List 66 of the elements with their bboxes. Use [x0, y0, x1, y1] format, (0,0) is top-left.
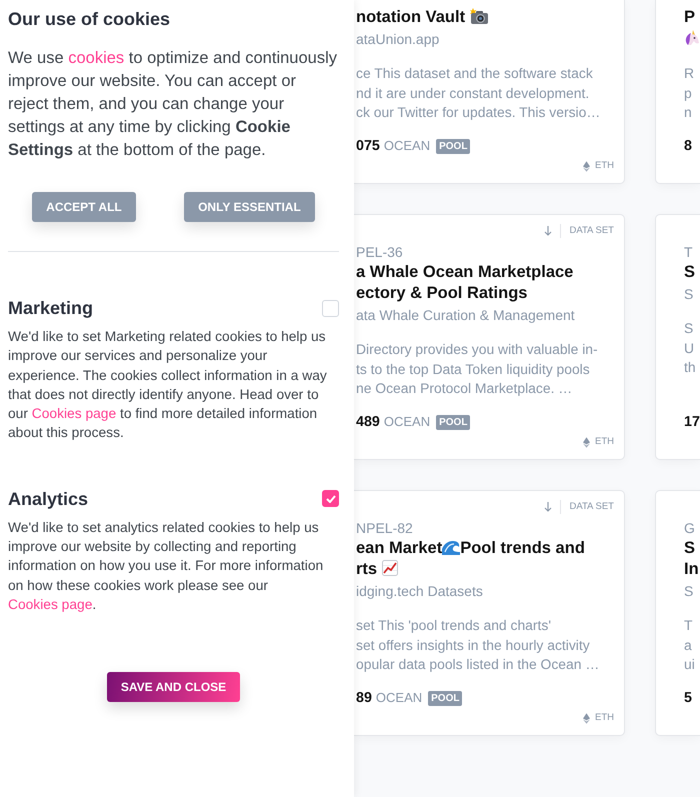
cookies-page-link[interactable]: Cookies page — [8, 596, 92, 612]
dataset-card[interactable]: G S In S T a ui 5 — [655, 490, 700, 736]
dataset-title: a Whale Ocean Marketplace ectory & Pool Ratings — [356, 262, 574, 304]
token-symbol: G — [684, 519, 696, 538]
section-description: We'd like to set Marketing related cookies to help us improve our services and personalize your experience. The cookies collect information in a way that does not directly identify anyone. Head over to our Cookies page to find more detailed information about this process. — [8, 328, 328, 442]
publisher-name: ata Whale Curation & Management — [356, 306, 576, 325]
price-value: 489 — [356, 413, 380, 432]
currency-label: OCEAN — [376, 689, 422, 707]
dataset-card[interactable] — [354, 214, 625, 460]
dataset-title: P — [684, 7, 696, 28]
network-label: ETH — [595, 435, 614, 449]
price-value: 5 — [684, 689, 692, 708]
token-symbol: NPEL-82 — [356, 519, 414, 538]
token-symbol: PEL-36 — [356, 243, 404, 262]
section-title: Analytics — [8, 488, 88, 510]
price-value: 89 — [356, 689, 372, 708]
check-icon — [326, 494, 336, 503]
ethereum-icon — [583, 436, 590, 448]
accept-all-button[interactable]: ACCEPT ALL — [32, 192, 136, 222]
cookies-page-link[interactable]: Cookies page — [32, 406, 116, 422]
arrow-down-icon — [544, 502, 552, 512]
currency-label: OCEAN — [384, 137, 430, 155]
dataset-card[interactable]: notation Vault ataUnion.app ce This dataset and the software stack nd it are under constant development. ck our Twitter for updates. This versio… 075 OCEAN POOL ETH — [354, 0, 625, 184]
publisher-name: S — [684, 582, 694, 601]
dataset-title: notation Vault — [356, 7, 614, 28]
dataset-card[interactable]: P R p n 8 — [655, 0, 700, 184]
dataset-description: Directory provides you with valuable in- ts to the top Data Token liquidity pools ne Ocean Protocol Marketplace. … — [356, 340, 599, 398]
publisher-name: idging.tech Datasets — [356, 582, 484, 601]
publisher-name: S — [684, 285, 694, 304]
only-essential-button[interactable]: ONLY ESSENTIAL — [184, 192, 315, 222]
wave-icon — [442, 539, 460, 555]
dataset-title: ean Market Pool trends and rts — [356, 538, 586, 580]
save-button[interactable]: SAVE AND CLOSE — [106, 672, 240, 702]
price-value: 17 — [684, 413, 700, 432]
dataset-description: R p n — [684, 64, 696, 122]
price-value: 8 — [684, 137, 692, 156]
panel-title: Our use of cookies — [8, 8, 172, 30]
camera-icon — [470, 8, 488, 24]
intro-text: We use cookies to optimize and continuously improve our website. You can accept or reject them, and you can change your settings at any time by clicking Cookie Settings at the bottom of the page. — [8, 48, 338, 161]
pool-tag: POOL — [436, 414, 470, 430]
ethereum-icon — [583, 712, 590, 724]
section-title: Marketing — [8, 297, 94, 319]
dataset-description: T a ui — [684, 616, 696, 674]
publisher-name: ataUnion.app — [356, 30, 440, 49]
dataset-description: S U th — [684, 319, 697, 377]
cookies-link[interactable]: cookies — [68, 49, 124, 67]
type-label: DATA SET — [569, 500, 614, 514]
network-label: ETH — [595, 711, 614, 725]
network-label: ETH — [595, 159, 614, 173]
price-value: 075 — [356, 137, 380, 156]
dataset-title: S — [684, 262, 696, 283]
arrow-down-icon — [544, 226, 552, 236]
unicorn-icon — [684, 30, 700, 46]
section-description: We'd like to set analytics related cookies to help us improve our website by collecting and reporting information on how you use it. For more information on how these cookies work please see our Cookies page. — [8, 518, 324, 614]
dataset-card[interactable]: T S S S U th 17 — [655, 214, 700, 460]
pool-tag: POOL — [436, 138, 470, 154]
dataset-title: S In — [684, 538, 700, 580]
token-symbol: T — [684, 243, 694, 262]
pool-tag: POOL — [428, 690, 462, 706]
type-label: DATA SET — [569, 224, 614, 238]
currency-label: OCEAN — [384, 413, 430, 431]
chart-icon — [382, 560, 398, 576]
ethereum-icon — [583, 160, 590, 172]
dataset-description: set This 'pool trends and charts' set offers insights in the hourly activity opular data pools listed in the Ocean … — [356, 616, 600, 674]
dataset-description: ce This dataset and the software stack nd it are under constant development. ck our Twitter for updates. This versio… — [356, 64, 602, 122]
consent-checkbox[interactable] — [322, 490, 339, 508]
